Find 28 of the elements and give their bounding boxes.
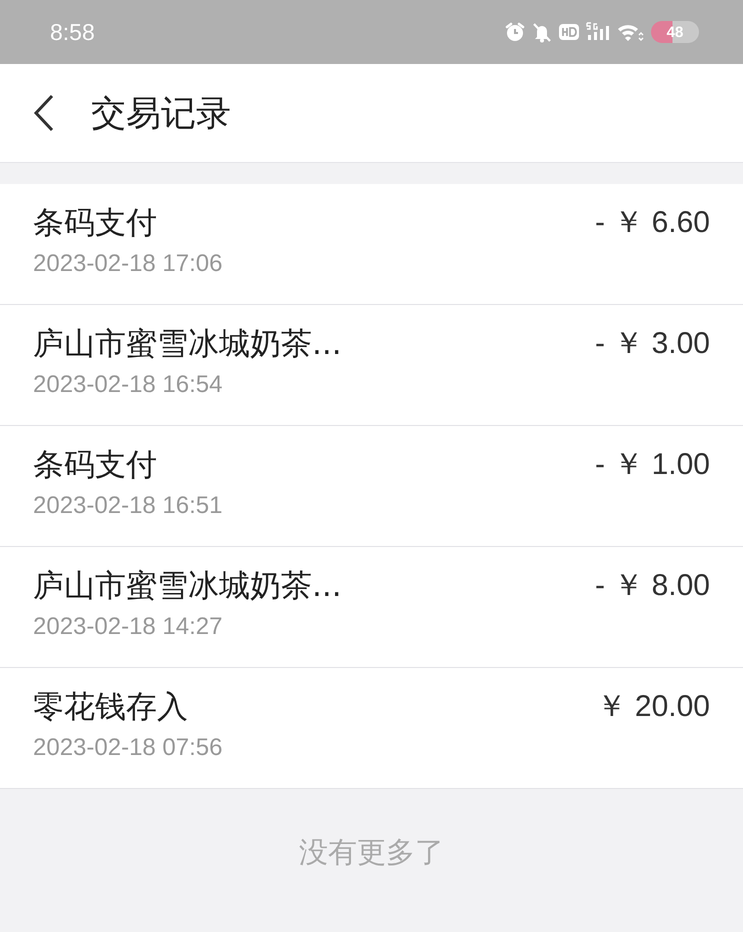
transaction-row[interactable]: 条码支付 2023-02-18 16:51 - ￥ 1.00 (0, 426, 743, 547)
transaction-amount: - ￥ 1.00 (594, 447, 710, 483)
transaction-name: 庐山市蜜雪冰城奶茶... (33, 325, 342, 364)
transaction-name: 庐山市蜜雪冰城奶茶... (33, 567, 342, 606)
cellular-signal-icon (585, 21, 611, 43)
transaction-time: 2023-02-18 07:56 (33, 734, 222, 762)
alarm-clock-icon (504, 21, 526, 43)
transaction-amount: - ￥ 8.00 (594, 568, 710, 604)
transaction-amount: - ￥ 3.00 (594, 326, 710, 362)
transaction-name: 条码支付 (33, 204, 158, 243)
transaction-time: 2023-02-18 16:54 (33, 371, 224, 399)
transaction-row[interactable]: 庐山市蜜雪冰城奶茶... 2023-02-18 14:27 - ￥ 8.00 (0, 547, 743, 668)
transaction-row[interactable]: 零花钱存入 2023-02-18 07:56 ￥ 20.00 (0, 668, 743, 789)
transaction-time: 2023-02-18 17:06 (33, 250, 222, 278)
transaction-name: 零花钱存入 (33, 688, 189, 727)
hd-icon (558, 21, 580, 43)
muted-bell-icon (531, 21, 553, 43)
transaction-row[interactable]: 条码支付 2023-02-18 17:06 - ￥ 6.60 (0, 184, 743, 305)
transaction-time: 2023-02-18 16:51 (33, 492, 222, 520)
transaction-name: 条码支付 (33, 446, 158, 485)
clock-time: 8:58 (50, 18, 95, 46)
transaction-row[interactable]: 庐山市蜜雪冰城奶茶... 2023-02-18 16:54 - ￥ 3.00 (0, 305, 743, 426)
no-more-text: 没有更多了 (299, 834, 444, 871)
transaction-amount: - ￥ 6.60 (594, 205, 710, 241)
transaction-amount: ￥ 20.00 (596, 689, 710, 725)
page-title: 交易记录 (91, 92, 231, 136)
back-button[interactable] (33, 94, 55, 132)
transaction-time: 2023-02-18 14:27 (33, 613, 224, 641)
